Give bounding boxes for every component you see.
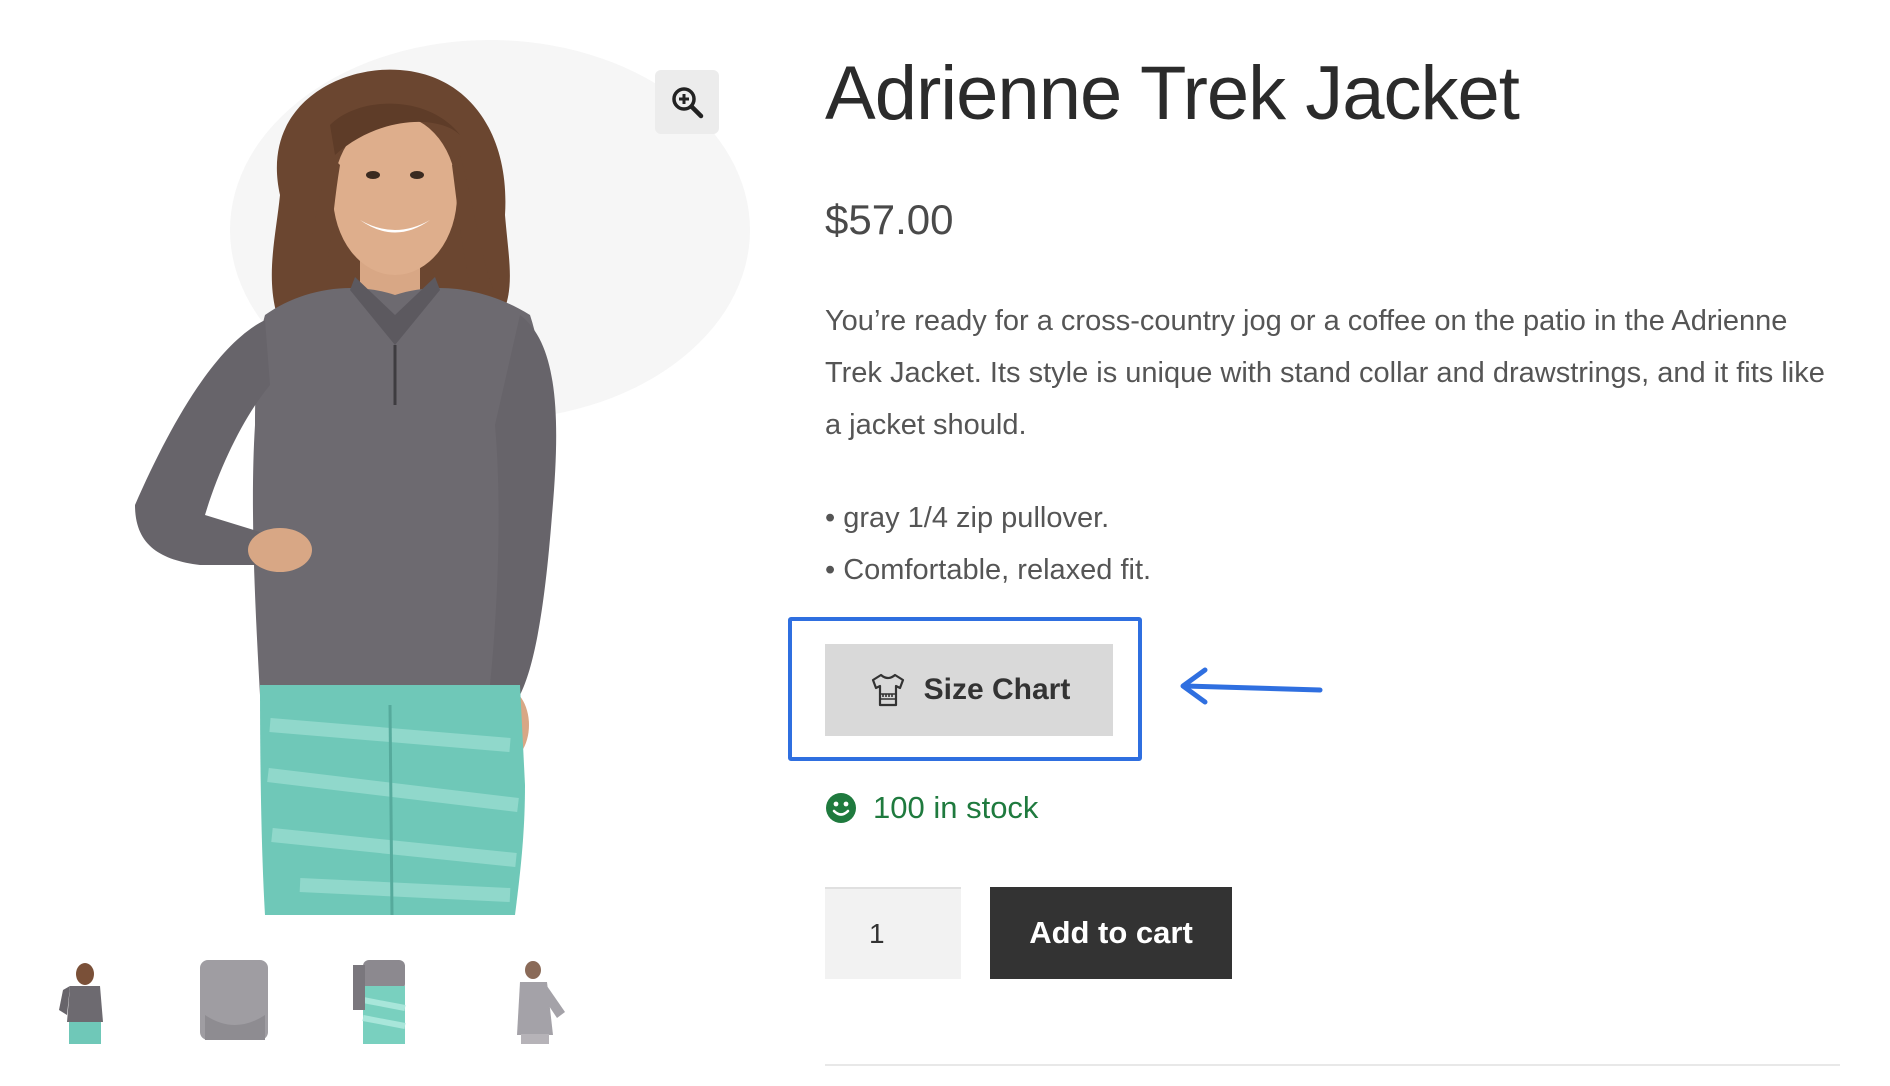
thumbnail-1[interactable] — [45, 960, 123, 1044]
product-title: Adrienne Trek Jacket — [825, 51, 1520, 136]
size-chart-label: Size Chart — [923, 673, 1071, 706]
product-gallery — [0, 0, 780, 1086]
tshirt-icon — [871, 673, 904, 707]
arrow-left-icon — [1180, 667, 1323, 705]
product-features: • gray 1/4 zip pullover. • Comfortable, … — [825, 492, 1151, 596]
product-price: $57.00 — [825, 196, 954, 243]
stock-text: 100 in stock — [873, 790, 1039, 825]
divider — [825, 1064, 1840, 1066]
thumbnail-3[interactable] — [345, 960, 423, 1044]
stock-status: 100 in stock — [825, 790, 1038, 826]
gallery-thumbnails — [0, 960, 780, 1050]
product-main-image[interactable] — [40, 45, 720, 915]
zoom-in-icon — [672, 87, 704, 119]
feature-item: • gray 1/4 zip pullover. — [825, 502, 1110, 534]
smiley-icon — [826, 793, 856, 823]
feature-item: • Comfortable, relaxed fit. — [825, 554, 1152, 586]
add-to-cart-button[interactable]: Add to cart — [990, 887, 1232, 979]
size-chart-button[interactable]: Size Chart — [825, 644, 1113, 736]
product-description: You’re ready for a cross-country jog or … — [825, 305, 1825, 441]
thumbnail-4[interactable] — [495, 960, 573, 1044]
thumbnail-2[interactable] — [195, 960, 273, 1044]
zoom-button[interactable] — [655, 70, 719, 134]
quantity-input[interactable] — [825, 887, 961, 979]
